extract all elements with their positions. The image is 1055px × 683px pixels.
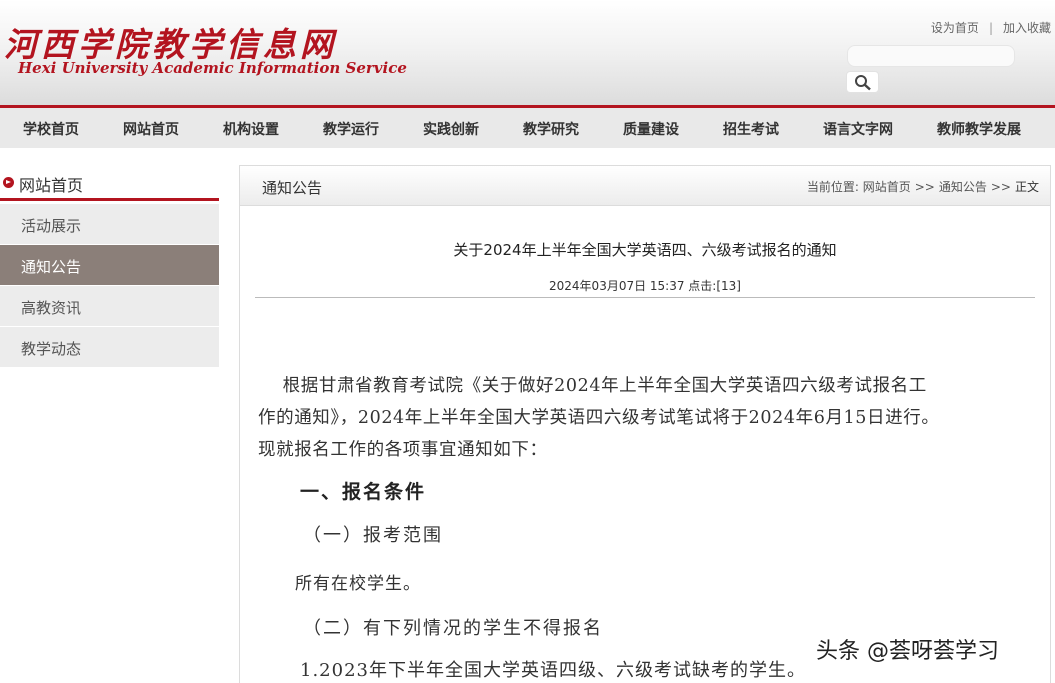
article-paragraph: 所有在校学生。 xyxy=(295,574,421,594)
breadcrumb-prefix: 当前位置: xyxy=(806,180,859,194)
site-header: 河西学院教学信息网 Hexi University Academic Infor… xyxy=(0,0,1055,108)
nav-item-site-home[interactable]: 网站首页 xyxy=(123,119,179,139)
article-paragraph: 1.2023年下半年全国大学英语四级、六级考试缺考的学生。 xyxy=(300,660,806,681)
set-home-link[interactable]: 设为首页 xyxy=(931,21,979,35)
add-favorite-link[interactable]: 加入收藏 xyxy=(1003,21,1051,35)
article-line: 根据甘肃省教育考试院《关于做好2024年上半年全国大学英语四六级考试报名工 xyxy=(258,376,927,396)
article-paragraph: 根据甘肃省教育考试院《关于做好2024年上半年全国大学英语四六级考试报名工 作的… xyxy=(258,370,939,466)
sidebar-title: 网站首页 xyxy=(19,176,84,195)
content-header: 通知公告 当前位置: 网站首页 >> 通知公告 >> 正文 xyxy=(240,166,1050,206)
search-icon xyxy=(855,75,871,91)
site-logo-english[interactable]: Hexi University Academic Information Ser… xyxy=(18,59,407,77)
sidebar-item-label: 高教资讯 xyxy=(21,299,82,317)
breadcrumb-section-link[interactable]: 通知公告 xyxy=(939,180,987,194)
breadcrumb-separator: >> xyxy=(990,180,1011,194)
sidebar-item-label: 通知公告 xyxy=(21,258,82,276)
nav-item-practice-innovation[interactable]: 实践创新 xyxy=(423,119,479,139)
sidebar-header[interactable]: 网站首页 xyxy=(0,165,219,201)
nav-item-quality-building[interactable]: 质量建设 xyxy=(623,119,679,139)
nav-item-teaching-research[interactable]: 教学研究 xyxy=(523,119,579,139)
article-line: 现就报名工作的各项事宜通知如下： xyxy=(258,440,548,460)
sidebar-item-label: 活动展示 xyxy=(21,217,82,235)
watermark-text: 头条 @荟呀荟学习 xyxy=(816,639,999,664)
sidebar-item-teaching-news[interactable]: 教学动态 xyxy=(0,327,219,368)
search-button[interactable] xyxy=(846,71,879,93)
sidebar-item-label: 教学动态 xyxy=(21,340,82,358)
search-input[interactable] xyxy=(847,45,1015,67)
article-divider xyxy=(255,297,1035,298)
top-links: 设为首页 | 加入收藏 xyxy=(931,19,1051,36)
sidebar-item-higher-ed-news[interactable]: 高教资讯 xyxy=(0,286,219,327)
article-title: 关于2024年上半年全国大学英语四、六级考试报名的通知 xyxy=(453,241,837,259)
article-meta: 2024年03月07日 15:37 点击:[13] xyxy=(549,279,741,293)
arrow-bullet-icon xyxy=(3,177,14,188)
subsection-heading: （一）报考范围 xyxy=(303,525,443,546)
nav-item-organization[interactable]: 机构设置 xyxy=(223,119,279,139)
sidebar: 网站首页 活动展示 通知公告 高教资讯 教学动态 xyxy=(0,165,219,368)
sidebar-item-notices[interactable]: 通知公告 xyxy=(0,245,219,286)
sidebar-list: 活动展示 通知公告 高教资讯 教学动态 xyxy=(0,204,219,368)
sidebar-item-activities[interactable]: 活动展示 xyxy=(0,204,219,245)
top-links-separator: | xyxy=(988,21,993,35)
breadcrumb-home-link[interactable]: 网站首页 xyxy=(863,180,911,194)
main-nav: 学校首页 网站首页 机构设置 教学运行 实践创新 教学研究 质量建设 招生考试 … xyxy=(0,108,1055,148)
article-line: 作的通知》，2024年上半年全国大学英语四六级考试笔试将于2024年6月15日进… xyxy=(258,408,940,428)
nav-item-teacher-development[interactable]: 教师教学发展 xyxy=(937,119,1021,139)
category-title: 通知公告 xyxy=(262,179,323,197)
content-panel: 通知公告 当前位置: 网站首页 >> 通知公告 >> 正文 关于2024年上半年全国大学… xyxy=(239,165,1051,683)
nav-item-school-home[interactable]: 学校首页 xyxy=(23,119,79,139)
subsection-heading: （二）有下列情况的学生不得报名 xyxy=(303,618,603,639)
nav-item-teaching-operation[interactable]: 教学运行 xyxy=(323,119,379,139)
breadcrumb: 当前位置: 网站首页 >> 通知公告 >> 正文 xyxy=(807,178,1039,195)
breadcrumb-separator: >> xyxy=(914,180,935,194)
nav-item-language-site[interactable]: 语言文字网 xyxy=(823,119,893,139)
section-heading: 一、报名条件 xyxy=(300,481,427,503)
breadcrumb-current: 正文 xyxy=(1014,180,1039,194)
nav-item-admissions-exams[interactable]: 招生考试 xyxy=(723,119,779,139)
